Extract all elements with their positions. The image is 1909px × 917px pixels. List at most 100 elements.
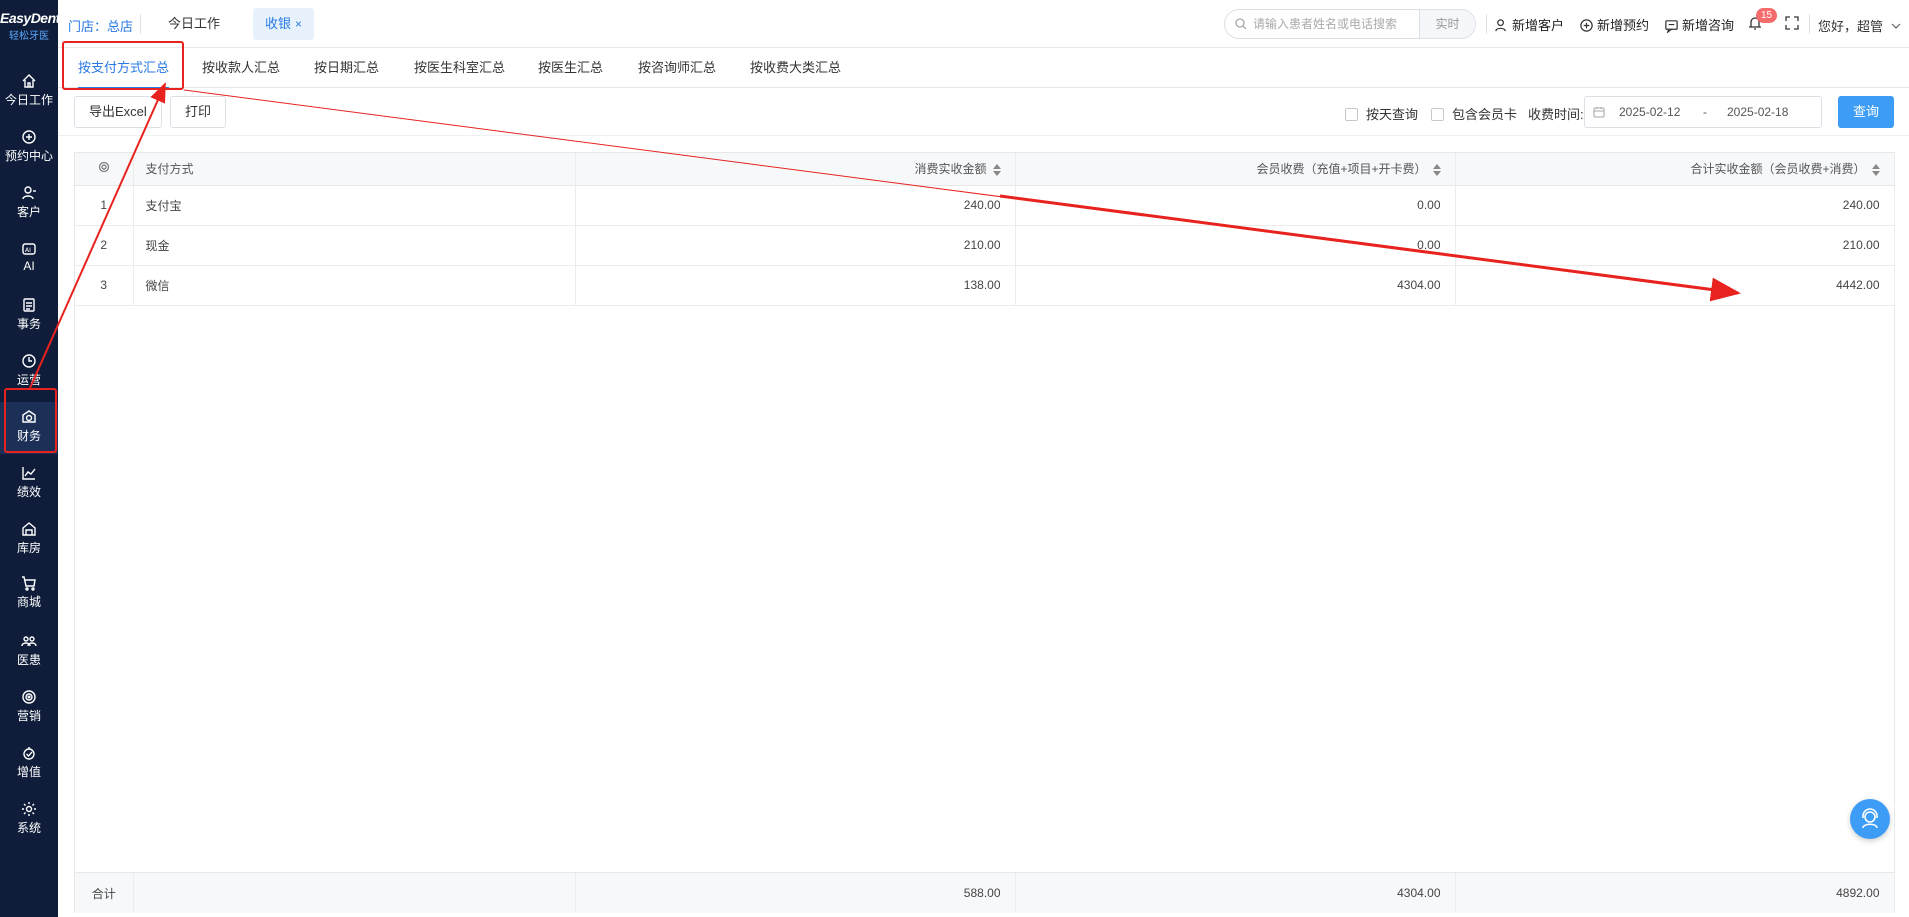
tab-by-department[interactable]: 按医生科室汇总 xyxy=(414,48,505,88)
chevron-down-icon xyxy=(1891,23,1901,29)
new-customer-button[interactable]: 新增客户 xyxy=(1494,15,1564,34)
tab-by-payee[interactable]: 按收款人汇总 xyxy=(202,48,280,88)
date-end[interactable]: 2025-02-18 xyxy=(1727,105,1788,119)
divider xyxy=(140,14,141,34)
toolbar: 导出Excel 打印 按天查询 包含会员卡 收费时间: 2025-02-12 -… xyxy=(58,88,1909,136)
new-consult-button[interactable]: 新增咨询 xyxy=(1664,15,1734,34)
sidebar-item-label: 系统 xyxy=(16,821,41,835)
total-row: 合计 588.00 4304.00 4892.00 xyxy=(75,873,1895,913)
sidebar-item-label: 事务 xyxy=(16,317,41,331)
close-icon[interactable]: × xyxy=(295,17,302,31)
tab-today-work[interactable]: 今日工作 xyxy=(156,8,232,40)
logo-text: EasyDent xyxy=(0,10,60,26)
realtime-button[interactable]: 实时 xyxy=(1419,10,1475,38)
total-member-fee: 4304.00 xyxy=(1015,873,1456,913)
quick-action-label: 新增客户 xyxy=(1512,18,1565,33)
total-label: 合计 xyxy=(75,873,134,913)
export-excel-button[interactable]: 导出Excel xyxy=(74,96,162,128)
grand-total-amount: 4892.00 xyxy=(1455,873,1895,913)
sidebar-item-mall[interactable]: 商城 xyxy=(0,568,58,620)
empty-cell xyxy=(133,873,576,913)
tab-by-date[interactable]: 按日期汇总 xyxy=(314,48,379,88)
sidebar-item-performance[interactable]: 绩效 xyxy=(0,458,58,510)
table-header-row: 支付方式 消费实收金额 会员收费（充值+项目+开卡费） 合计实收金额（会员收费+… xyxy=(75,153,1895,186)
user-icon xyxy=(21,185,37,201)
table-row[interactable]: 2 现金 210.00 0.00 210.00 xyxy=(75,225,1895,266)
sidebar-item-system[interactable]: 系统 xyxy=(0,794,58,846)
sidebar-item-ai[interactable]: AI AI xyxy=(0,234,58,286)
message-icon xyxy=(1665,20,1678,34)
sidebar-item-label: 营销 xyxy=(16,709,41,723)
value-added-icon xyxy=(21,745,37,761)
task-icon xyxy=(21,297,37,313)
tab-label: 今日工作 xyxy=(168,16,221,31)
summary-tabs: 按支付方式汇总 按收款人汇总 按日期汇总 按医生科室汇总 按医生汇总 按咨询师汇… xyxy=(58,48,1909,89)
search-input[interactable] xyxy=(1253,10,1413,38)
new-appointment-button[interactable]: 新增预约 xyxy=(1579,15,1649,34)
date-start[interactable]: 2025-02-12 xyxy=(1619,105,1680,119)
query-button[interactable]: 查询 xyxy=(1838,96,1894,128)
sidebar-item-doctor-patient[interactable]: 医患 xyxy=(0,626,58,678)
checkbox-label: 按天查询 xyxy=(1366,107,1419,122)
sidebar-item-label: 库房 xyxy=(16,541,41,555)
column-header-member-fee[interactable]: 会员收费（充值+项目+开卡费） xyxy=(1015,153,1456,186)
ai-icon: AI xyxy=(21,241,37,257)
date-range-picker[interactable]: 2025-02-12 - 2025-02-18 xyxy=(1584,96,1822,128)
include-member-card-checkbox[interactable]: 包含会员卡 xyxy=(1431,104,1517,123)
checkbox-box xyxy=(1431,108,1444,121)
consume-amount-cell: 138.00 xyxy=(575,265,1016,306)
checkbox-label: 包含会员卡 xyxy=(1452,107,1518,122)
gear-icon xyxy=(21,801,37,817)
highlight-box-finance-menu xyxy=(4,388,57,453)
column-header-total-amount[interactable]: 合计实收金额（会员收费+消费） xyxy=(1455,153,1895,186)
sidebar-item-task[interactable]: 事务 xyxy=(0,290,58,342)
settings-icon xyxy=(98,162,109,173)
sidebar-item-value-added[interactable]: 增值 xyxy=(0,738,58,790)
notification-badge: 15 xyxy=(1756,8,1778,23)
calendar-icon xyxy=(21,129,37,145)
tab-cashier[interactable]: 收银 × xyxy=(253,8,315,40)
sidebar-item-label: 医患 xyxy=(16,653,41,667)
highlight-box-payment-tab xyxy=(62,41,184,90)
sidebar-item-customer[interactable]: 客户 xyxy=(0,178,58,230)
add-appointment-icon xyxy=(1580,19,1593,32)
table-row[interactable]: 1 支付宝 240.00 0.00 240.00 xyxy=(75,185,1895,226)
payment-method-cell: 支付宝 xyxy=(133,185,576,226)
tab-by-doctor[interactable]: 按医生汇总 xyxy=(538,48,603,88)
by-day-checkbox[interactable]: 按天查询 xyxy=(1345,104,1418,123)
tab-by-consultant[interactable]: 按咨询师汇总 xyxy=(638,48,716,88)
payment-summary-table: 支付方式 消费实收金额 会员收费（充值+项目+开卡费） 合计实收金额（会员收费+… xyxy=(74,152,1895,913)
sidebar-item-appointment[interactable]: 预约中心 xyxy=(0,122,58,174)
print-button[interactable]: 打印 xyxy=(170,96,227,128)
tab-by-fee-category[interactable]: 按收费大类汇总 xyxy=(750,48,841,88)
search-box: 实时 xyxy=(1224,9,1476,39)
column-settings[interactable] xyxy=(75,153,134,186)
sidebar-item-label: 增值 xyxy=(16,765,41,779)
store-selector[interactable]: 门店：总店 xyxy=(68,16,133,35)
customer-service-button[interactable] xyxy=(1850,799,1890,839)
divider xyxy=(1486,14,1487,34)
cart-icon xyxy=(21,575,37,591)
tab-label: 收银 xyxy=(265,16,292,31)
user-menu[interactable]: 您好，超管 xyxy=(1818,16,1901,35)
sidebar-item-marketing[interactable]: 营销 xyxy=(0,682,58,734)
payment-method-cell: 现金 xyxy=(133,225,576,266)
fullscreen-icon[interactable] xyxy=(1785,16,1799,33)
warehouse-icon xyxy=(21,521,37,537)
logo-subtitle: 轻松牙医 xyxy=(9,31,49,42)
column-header-payment-method: 支付方式 xyxy=(133,153,576,186)
sidebar-item-label: 预约中心 xyxy=(4,149,53,163)
clock-icon xyxy=(21,353,37,369)
table-row[interactable]: 3 微信 138.00 4304.00 4442.00 xyxy=(75,265,1895,306)
marketing-icon xyxy=(21,689,37,705)
consume-amount-cell: 240.00 xyxy=(575,185,1016,226)
column-header-consume-amount[interactable]: 消费实收金额 xyxy=(575,153,1016,186)
total-amount-cell: 4442.00 xyxy=(1455,265,1895,306)
sidebar-item-label: 今日工作 xyxy=(4,93,53,107)
member-fee-cell: 0.00 xyxy=(1015,185,1456,226)
checkbox-box xyxy=(1345,108,1358,121)
total-consume-amount: 588.00 xyxy=(575,873,1016,913)
greeting-text: 您好，超管 xyxy=(1818,19,1884,34)
sidebar-item-warehouse[interactable]: 库房 xyxy=(0,514,58,566)
sidebar-item-today[interactable]: 今日工作 xyxy=(0,66,58,118)
